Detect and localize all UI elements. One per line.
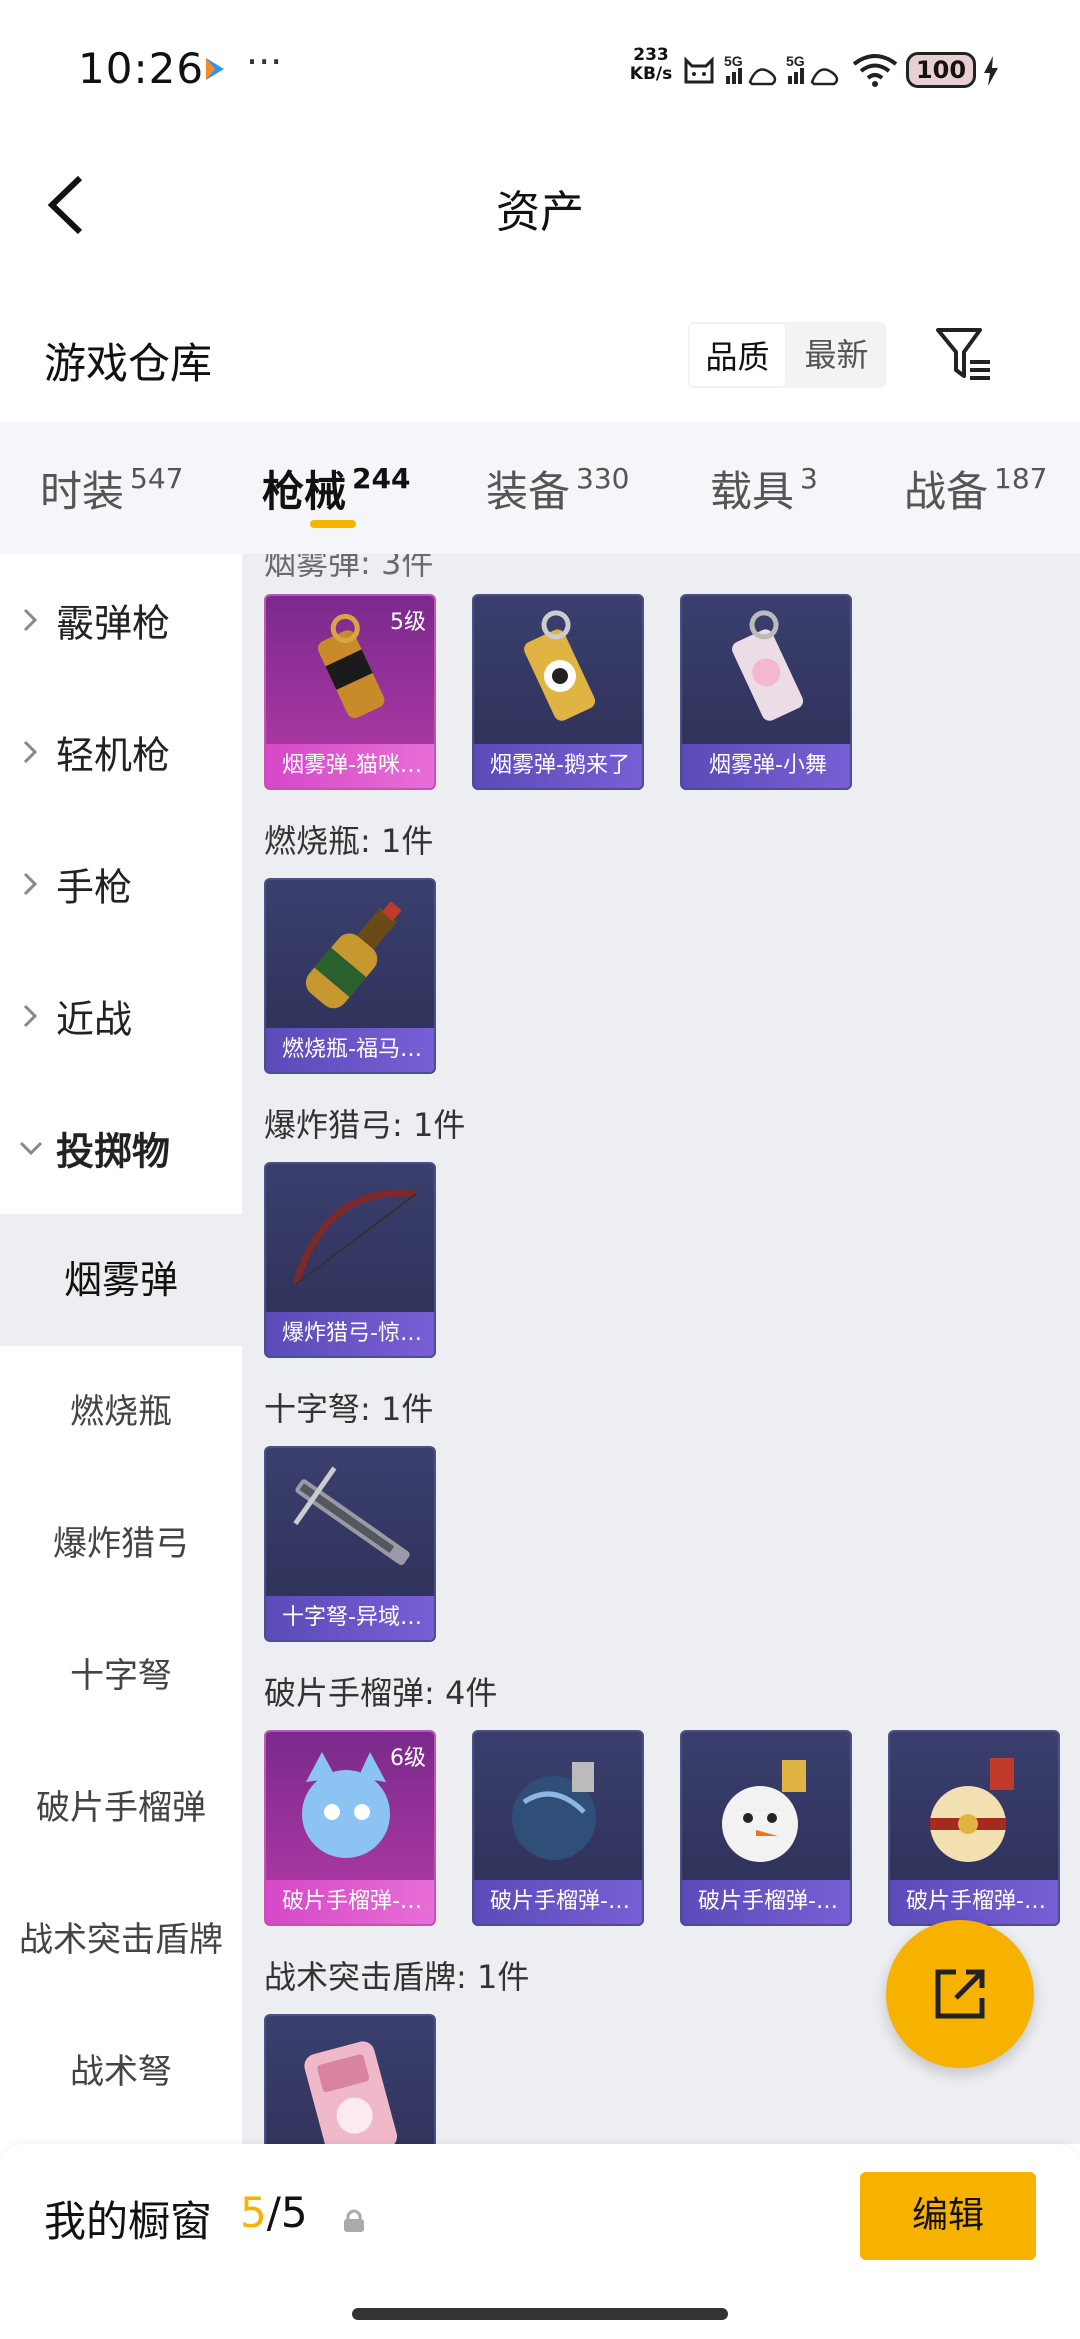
item-card[interactable]: 爆炸猎弓-惊… — [264, 1162, 436, 1358]
item-name: 爆炸猎弓-惊… — [266, 1312, 434, 1356]
sidebar-item-pistol[interactable]: 手枪 — [0, 818, 242, 950]
signal-5g-icon-1: 5G — [724, 53, 777, 86]
item-name: 破片手榴弹-… — [682, 1880, 850, 1924]
sidebar-sub-tactical-crossbow[interactable]: 战术弩 — [0, 2006, 242, 2138]
section-title-explosive-bow: 爆炸猎弓: 1件 — [264, 1106, 466, 1144]
sidebar-sub-explosive-bow[interactable]: 爆炸猎弓 — [0, 1478, 242, 1610]
warehouse-title: 游戏仓库 — [44, 339, 213, 388]
chevron-right-icon — [23, 608, 38, 632]
frag-grenade-coin-image — [930, 1758, 1014, 1862]
explosive-bow-image — [292, 1189, 417, 1286]
chevron-down-icon — [19, 1141, 43, 1156]
sidebar: 霰弹枪 轻机枪 手枪 近战 投掷物 烟雾弹 燃烧瓶 爆炸猎弓 十字弩 破片手榴弹… — [0, 554, 242, 2144]
item-card[interactable]: 破片手榴弹-… — [472, 1730, 644, 1926]
network-speed: 233 KB/s — [629, 45, 673, 84]
crossbow-image — [293, 1466, 410, 1566]
category-tabs: 时装 547 枪械 244 装备 330 载具 3 战备 187 — [0, 422, 1080, 554]
signal-5g-icon-2: 5G — [786, 53, 839, 86]
tab-fashion[interactable]: 时装 547 — [40, 458, 183, 519]
item-level: 6级 — [390, 1746, 426, 1771]
item-card[interactable]: 5级 烟雾弹-猫咪… — [264, 594, 436, 790]
status-bar: 10:26 ··· 233 KB/s 5G 5G 100 — [0, 0, 1080, 130]
chevron-right-icon — [23, 872, 38, 896]
sort-newest-button[interactable]: 最新 — [787, 322, 886, 388]
tab-equipment[interactable]: 装备 330 — [486, 458, 629, 519]
svg-text:5G: 5G — [724, 53, 743, 69]
item-name: 烟雾弹-小舞 — [682, 744, 850, 788]
showcase-label: 我的橱窗 — [44, 2197, 213, 2246]
sidebar-sub-tactical-shield[interactable]: 战术突击盾牌 — [0, 1874, 242, 2006]
item-card[interactable]: 烟雾弹-鹅来了 — [472, 594, 644, 790]
section-title-crossbow: 十字弩: 1件 — [264, 1390, 434, 1428]
sidebar-item-lmg[interactable]: 轻机枪 — [0, 686, 242, 818]
tactical-shield-image — [304, 2041, 398, 2144]
sort-toggle: 品质 最新 — [688, 322, 886, 388]
sidebar-sub-frag-grenade[interactable]: 破片手榴弹 — [0, 1742, 242, 1874]
notification-cat-icon — [684, 56, 714, 84]
molotov-image — [305, 901, 402, 1009]
item-card[interactable]: 破片手榴弹-… — [888, 1730, 1060, 1926]
sidebar-sub-crossbow[interactable]: 十字弩 — [0, 1610, 242, 1742]
item-name: 燃烧瓶-福马… — [266, 1028, 434, 1072]
charging-icon — [984, 56, 998, 86]
wifi-icon — [852, 54, 898, 87]
sidebar-sub-molotov[interactable]: 燃烧瓶 — [0, 1346, 242, 1478]
item-card[interactable]: 十字弩-异域… — [264, 1446, 436, 1642]
item-card[interactable] — [264, 2014, 436, 2144]
home-indicator — [352, 2308, 728, 2320]
section-title-frag-grenade: 破片手榴弹: 4件 — [264, 1674, 498, 1712]
share-icon — [935, 1969, 985, 2019]
edit-button[interactable]: 编辑 — [860, 2172, 1036, 2260]
showcase-count: 5/5 — [240, 2188, 308, 2237]
filter-button[interactable] — [934, 324, 994, 386]
tab-vehicles[interactable]: 载具 3 — [710, 458, 818, 519]
sidebar-item-shotgun[interactable]: 霰弹枪 — [0, 554, 242, 686]
more-notifications-icon: ··· — [246, 40, 283, 84]
item-content: 烟雾弹: 3件 5级 烟雾弹-猫咪… 烟雾弹-鹅来了 烟雾弹-小舞 燃烧瓶: 1… — [242, 554, 1080, 2144]
item-name: 破片手榴弹-… — [890, 1880, 1058, 1924]
item-name: 烟雾弹-鹅来了 — [474, 744, 642, 788]
tab-supplies[interactable]: 战备 187 — [904, 458, 1047, 519]
lock-icon — [344, 2209, 364, 2232]
sort-quality-button[interactable]: 品质 — [688, 322, 787, 388]
filter-icon — [936, 328, 990, 380]
smoke-grenade-dancer-image — [732, 610, 804, 721]
share-button[interactable] — [886, 1920, 1034, 2068]
sidebar-item-melee[interactable]: 近战 — [0, 950, 242, 1082]
app-header: 资产 — [0, 130, 1080, 280]
smoke-grenade-goose-image — [524, 610, 596, 721]
item-card[interactable]: 烟雾弹-小舞 — [680, 594, 852, 790]
play-icon — [206, 58, 224, 80]
svg-text:5G: 5G — [786, 53, 805, 69]
frag-grenade-snowman-image — [722, 1760, 806, 1862]
sidebar-sub-smoke[interactable]: 烟雾弹 — [0, 1214, 242, 1346]
warehouse-row: 游戏仓库 品质 最新 — [0, 300, 1080, 420]
item-level: 5级 — [390, 610, 426, 635]
item-card[interactable]: 破片手榴弹-… — [680, 1730, 852, 1926]
item-card[interactable]: 6级 破片手榴弹-… — [264, 1730, 436, 1926]
battery-indicator: 100 — [906, 52, 976, 88]
section-title-molotov: 燃烧瓶: 1件 — [264, 822, 434, 860]
item-name: 烟雾弹-猫咪… — [266, 744, 434, 788]
section-title-tactical-shield: 战术突击盾牌: 1件 — [264, 1958, 530, 1996]
chevron-right-icon — [23, 740, 38, 764]
page-title: 资产 — [496, 187, 584, 238]
item-name: 十字弩-异域… — [266, 1596, 434, 1640]
item-name: 破片手榴弹-… — [474, 1880, 642, 1924]
active-tab-indicator — [310, 520, 356, 528]
sidebar-item-throwables[interactable]: 投掷物 — [0, 1082, 242, 1214]
section-title-smoke: 烟雾弹: 3件 — [264, 554, 434, 582]
status-time: 10:26 — [78, 44, 205, 93]
item-card[interactable]: 燃烧瓶-福马… — [264, 878, 436, 1074]
frag-grenade-globe-image — [512, 1762, 596, 1860]
item-name: 破片手榴弹-… — [266, 1880, 434, 1924]
chevron-right-icon — [23, 1004, 38, 1028]
tab-firearms[interactable]: 枪械 244 — [262, 458, 410, 519]
